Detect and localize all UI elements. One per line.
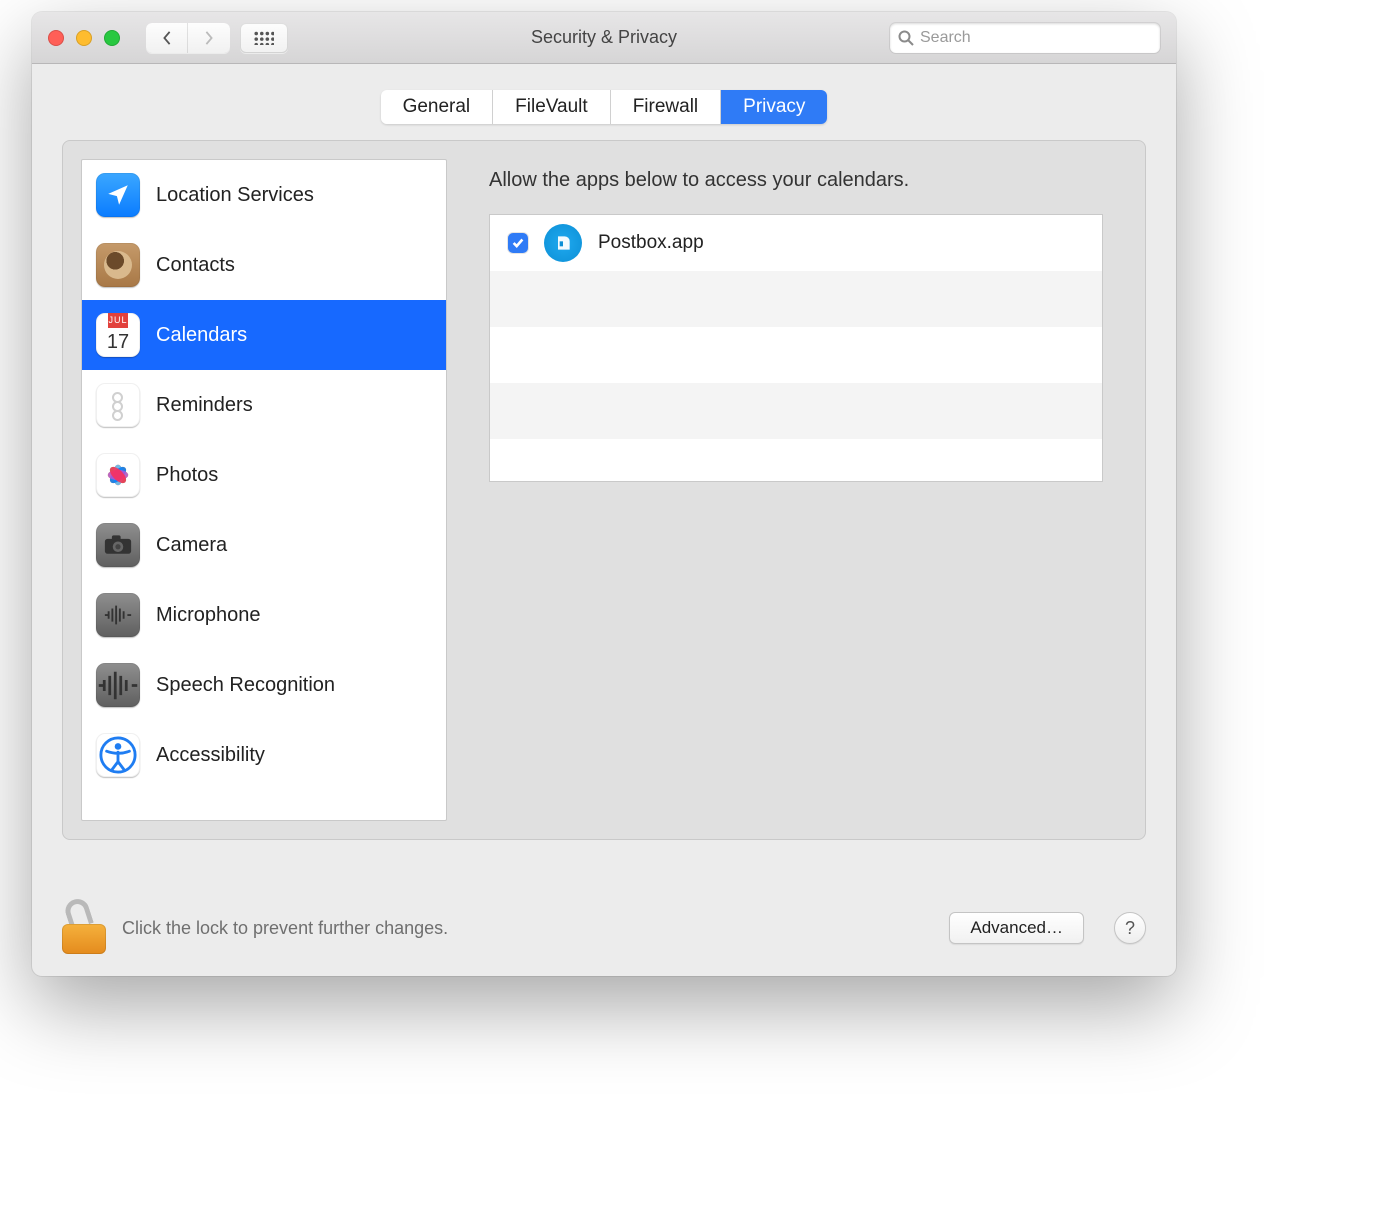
lock-text: Click the lock to prevent further change… [122,918,448,939]
sidebar-item-label: Reminders [156,394,253,417]
app-row-empty [490,271,1102,327]
footer: Click the lock to prevent further change… [32,880,1176,976]
sidebar-item-calendars[interactable]: JUL 17 Calendars [82,300,446,370]
sidebar-item-label: Speech Recognition [156,674,335,697]
tab-privacy[interactable]: Privacy [721,90,827,124]
microphone-icon [96,593,140,637]
close-button[interactable] [48,30,64,46]
sidebar-item-location[interactable]: Location Services [82,160,446,230]
show-all-button[interactable] [240,23,288,53]
sidebar-item-label: Location Services [156,184,314,207]
sidebar-item-label: Photos [156,464,218,487]
sidebar-item-label: Contacts [156,254,235,277]
sidebar-item-label: Accessibility [156,744,265,767]
minimize-button[interactable] [76,30,92,46]
contacts-icon [96,243,140,287]
check-icon [511,236,525,250]
sidebar-item-label: Calendars [156,324,247,347]
app-checkbox[interactable] [508,233,528,253]
sidebar-item-label: Camera [156,534,227,557]
calendar-icon: JUL 17 [96,313,140,357]
sidebar-item-photos[interactable]: Photos [82,440,446,510]
photos-icon [96,453,140,497]
camera-icon [96,523,140,567]
lock-button[interactable] [62,902,106,954]
detail-pane: Allow the apps below to access your cale… [465,159,1127,821]
search-field[interactable] [890,23,1160,53]
tab-general[interactable]: General [381,90,494,124]
search-input[interactable] [920,29,1152,47]
accessibility-icon [96,733,140,777]
nav-group [146,23,230,53]
zoom-button[interactable] [104,30,120,46]
traffic-lights [48,30,120,46]
sidebar-item-reminders[interactable]: Reminders [82,370,446,440]
sidebar-item-speech[interactable]: Speech Recognition [82,650,446,720]
sidebar-item-contacts[interactable]: Contacts [82,230,446,300]
postbox-icon [544,224,582,262]
location-icon [96,173,140,217]
privacy-panel: Location Services Contacts JUL 17 Calend… [62,140,1146,840]
privacy-sidebar: Location Services Contacts JUL 17 Calend… [81,159,447,821]
app-row-empty [490,383,1102,439]
advanced-button[interactable]: Advanced… [949,912,1084,944]
help-button[interactable]: ? [1114,912,1146,944]
titlebar: Security & Privacy [32,12,1176,64]
app-name: Postbox.app [598,232,704,254]
detail-heading: Allow the apps below to access your cale… [465,159,1127,214]
lock-body-icon [62,924,106,954]
search-icon [898,30,914,46]
tab-filevault[interactable]: FileVault [493,90,611,124]
app-list: Postbox.app [489,214,1103,482]
sidebar-item-accessibility[interactable]: Accessibility [82,720,446,790]
reminders-icon [96,383,140,427]
tab-bar: General FileVault Firewall Privacy [32,90,1176,124]
preferences-window: Security & Privacy General FileVault Fir… [32,12,1176,976]
back-button[interactable] [146,23,188,53]
sidebar-item-label: Microphone [156,604,261,627]
speech-icon [96,663,140,707]
sidebar-item-camera[interactable]: Camera [82,510,446,580]
app-row: Postbox.app [490,215,1102,271]
app-row-empty [490,327,1102,383]
app-row-empty [490,439,1102,483]
forward-button[interactable] [188,23,230,53]
sidebar-item-microphone[interactable]: Microphone [82,580,446,650]
tab-firewall[interactable]: Firewall [611,90,721,124]
